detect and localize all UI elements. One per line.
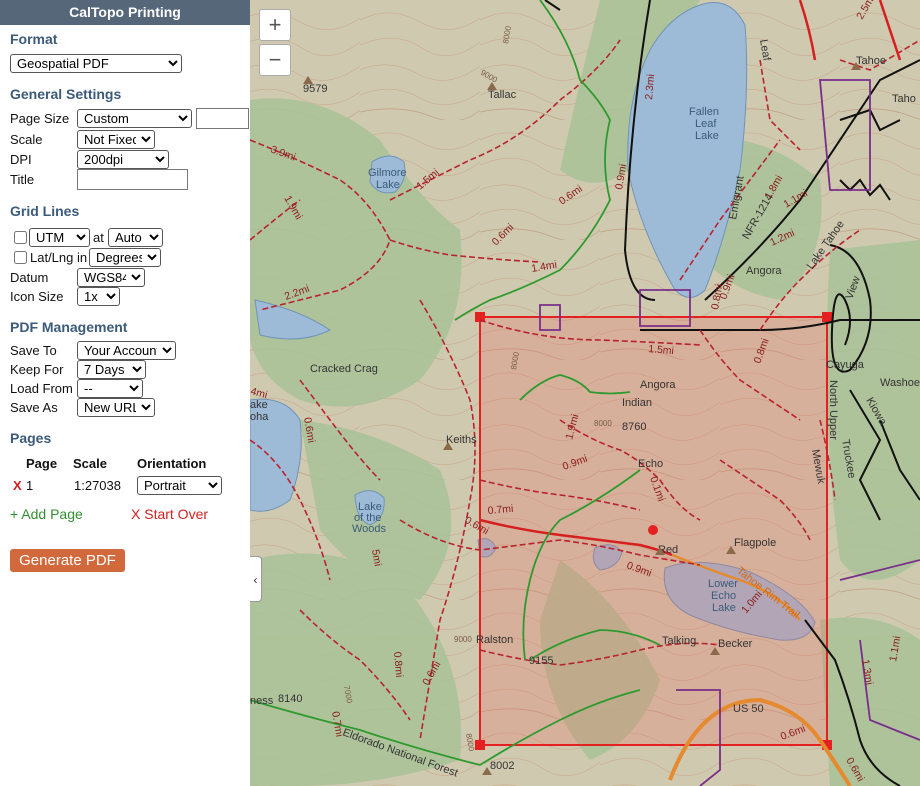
talking-label: Talking [662, 635, 696, 647]
peak-9155-label: 9155 [529, 655, 553, 667]
col-page-header: Page [26, 456, 58, 471]
distance-label: 1.5mi [648, 343, 675, 357]
icon-size-select[interactable]: 1x [77, 287, 120, 306]
ralston-label: Ralston [476, 634, 513, 646]
collapse-panel-button[interactable]: ‹ [250, 556, 262, 602]
load-from-select[interactable]: -- [77, 379, 143, 398]
page-size-select[interactable]: Custom [77, 109, 192, 128]
tahoe-label: Tahoe [856, 55, 886, 67]
format-select[interactable]: Geospatial PDF [10, 54, 182, 73]
dpi-label: DPI [10, 152, 32, 167]
cracked-crag-label: Cracked Crag [310, 363, 378, 375]
echo-label: Echo [638, 458, 663, 470]
remove-page-button[interactable]: X [13, 478, 22, 493]
oha-label: oha [250, 411, 269, 423]
latlng-checkbox[interactable] [14, 251, 27, 264]
zoom-out-button[interactable]: − [259, 44, 291, 76]
peak-9579-label: 9579 [303, 83, 327, 95]
load-from-label: Load From [10, 381, 73, 396]
title-label: Title [10, 172, 35, 187]
scale-select[interactable]: Not Fixed [77, 130, 155, 149]
pdf-management-heading: PDF Management [10, 319, 128, 335]
page-number: 1 [26, 478, 34, 493]
peak-8002-label: 8002 [490, 760, 514, 772]
lake-of-the-woods-label-3: Woods [352, 523, 387, 535]
grid-lines-heading: Grid Lines [10, 203, 80, 219]
fallen-leaf-lake-label-1: Fallen [689, 106, 719, 118]
print-panel: CalTopo Printing Format Geospatial PDF G… [0, 0, 250, 786]
print-area-center-marker[interactable] [648, 525, 658, 535]
orientation-select[interactable]: Portrait [137, 476, 222, 495]
generate-pdf-button[interactable]: Generate PDF [10, 549, 125, 572]
becker-label: Becker [718, 638, 753, 650]
icon-size-label: Icon Size [10, 289, 64, 304]
save-to-label: Save To [10, 343, 57, 358]
fallen-leaf-lake-label-3: Lake [695, 130, 719, 142]
datum-label: Datum [10, 270, 49, 285]
general-settings-heading: General Settings [10, 86, 122, 102]
keep-for-label: Keep For [10, 362, 64, 377]
scale-label: Scale [10, 132, 43, 147]
cayuga-label: Cayuga [826, 359, 865, 371]
tahoe-label-2: Taho [892, 93, 916, 105]
tallac-label: Tallac [488, 89, 517, 101]
zoom-in-button[interactable]: + [259, 9, 291, 41]
page-size-label: Page Size [10, 111, 70, 126]
latlng-units-select[interactable]: Degrees [89, 248, 161, 267]
fallen-leaf-lake-label-2: Leaf [695, 118, 717, 130]
col-scale-header: Scale [73, 456, 107, 471]
ness-label: ness [250, 695, 274, 707]
dpi-select[interactable]: 200dpi [77, 150, 169, 169]
gilmore-lake-label-1: Gilmore [368, 167, 407, 179]
save-as-select[interactable]: New URL [77, 398, 155, 417]
keep-for-select[interactable]: 7 Days [77, 360, 146, 379]
pages-heading: Pages [10, 430, 52, 446]
lower-echo-lake-label-2: Echo [711, 590, 736, 602]
save-as-label: Save As [10, 400, 58, 415]
grid-spacing-select[interactable]: Auto [108, 228, 163, 247]
indian-label: Indian [622, 397, 652, 409]
page-scale: 1:27038 [74, 478, 121, 493]
save-to-select[interactable]: Your Account [77, 341, 176, 360]
at-label: at [93, 230, 104, 245]
distance-label: 2.3mi [643, 74, 657, 101]
distance-label: 0.8mi [391, 651, 405, 678]
latlng-label: Lat/Lng in [30, 250, 88, 265]
map-view[interactable]: Tallac Fallen Leaf Lake Gilmore Lake 957… [250, 0, 920, 786]
col-orientation-header: Orientation [137, 456, 207, 471]
peak-8140-label: 8140 [278, 693, 302, 705]
utm-checkbox[interactable] [14, 231, 27, 244]
datum-select[interactable]: WGS84 [77, 268, 145, 287]
format-heading: Format [10, 31, 58, 47]
keiths-label: Keiths [446, 434, 477, 446]
us50-label: US 50 [733, 703, 764, 715]
angora-peak-label: Angora [640, 379, 676, 391]
distance-label: 0.7mi [487, 503, 514, 517]
lower-echo-lake-label-3: Lake [712, 602, 736, 614]
washoe-label: Washoe [880, 377, 920, 389]
panel-title: CalTopo Printing [0, 0, 250, 25]
add-page-link[interactable]: + Add Page [10, 506, 83, 522]
title-input[interactable] [77, 169, 188, 190]
utm-select[interactable]: UTM [29, 228, 90, 247]
angora-label: Angora [746, 265, 782, 277]
page-size-custom-input[interactable] [196, 108, 249, 129]
flagpole-label: Flagpole [734, 537, 776, 549]
contour-label: 9000 [454, 635, 472, 644]
contour-label: 8000 [594, 419, 612, 428]
gilmore-lake-label-2: Lake [376, 179, 400, 191]
north-upper-label: North Upper [827, 380, 839, 440]
lower-echo-lake-label-1: Lower [708, 578, 738, 590]
peak-8760-label: 8760 [622, 421, 646, 433]
start-over-link[interactable]: X Start Over [131, 506, 208, 522]
